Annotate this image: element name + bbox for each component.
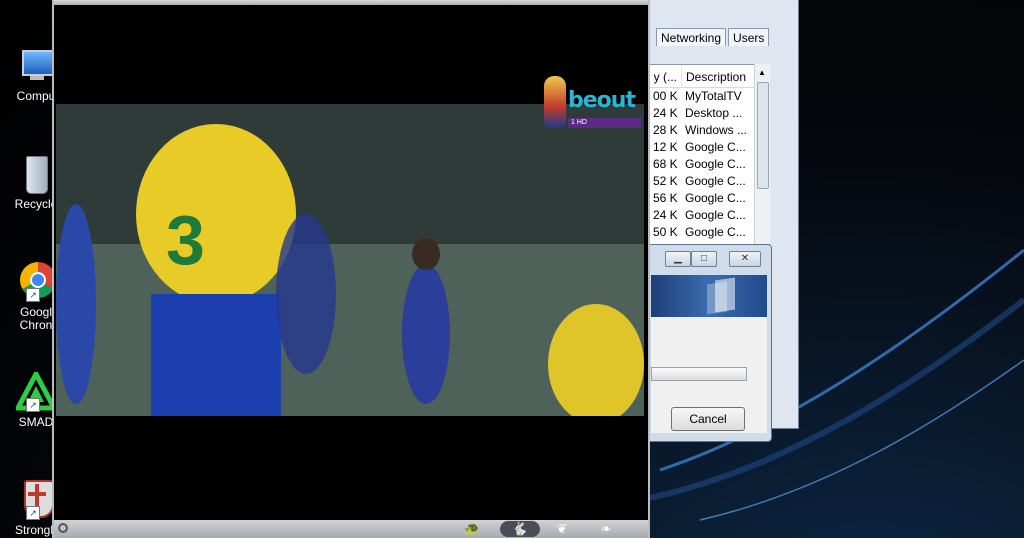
memory-cell: 00 K — [653, 89, 678, 103]
ostrich-icon[interactable]: ❦ — [548, 521, 576, 537]
process-list[interactable]: y (... Description 00 K MyTotalTV 24 K Desk… — [648, 64, 770, 246]
memory-cell: 28 K — [653, 123, 678, 137]
bird-icon[interactable]: ❧ — [592, 521, 620, 537]
table-row[interactable]: 52 K Google C... — [649, 173, 769, 190]
chrome-icon: ↗ — [16, 262, 56, 302]
world-cup-trophy-icon — [544, 76, 566, 128]
shortcut-arrow-icon: ↗ — [26, 288, 40, 302]
description-cell: Windows ... — [685, 123, 748, 137]
close-button[interactable]: ✕ — [729, 251, 761, 267]
table-row[interactable]: 24 K Google C... — [649, 207, 769, 224]
table-row[interactable]: 68 K Google C... — [649, 156, 769, 173]
smadav-icon: ↗ — [13, 368, 59, 412]
memory-cell: 68 K — [653, 157, 678, 171]
recycle-bin-icon — [16, 154, 56, 194]
video-scene: 3 — [56, 104, 644, 416]
memory-cell: 56 K — [653, 191, 678, 205]
description-cell: Google C... — [685, 174, 746, 188]
memory-cell: 52 K — [653, 174, 678, 188]
description-cell: Google C... — [685, 208, 746, 222]
process-list-scrollbar[interactable]: ▲ — [754, 64, 770, 244]
table-row[interactable]: 00 K MyTotalTV — [649, 88, 769, 105]
channel-logo: beout 1 HD — [544, 74, 644, 134]
memory-cell: 12 K — [653, 140, 678, 154]
dialog-banner-image — [651, 275, 767, 317]
shortcut-arrow-icon: ↗ — [26, 506, 40, 520]
tab-users[interactable]: Users — [728, 28, 770, 46]
maximize-button[interactable]: □ — [691, 251, 717, 267]
cancel-button[interactable]: Cancel — [671, 407, 745, 431]
player-control-bar: 🐢 🐇 ❦ ❧ — [54, 520, 648, 538]
table-row[interactable]: 28 K Windows ... — [649, 122, 769, 139]
tab-networking[interactable]: Networking — [656, 28, 727, 46]
turtle-icon[interactable]: 🐢 — [458, 521, 486, 537]
description-cell: Google C... — [685, 157, 746, 171]
shortcut-arrow-icon: ↗ — [26, 398, 40, 412]
dialog-body: Cancel — [651, 275, 767, 433]
description-cell: Google C... — [685, 225, 746, 239]
table-row[interactable]: 12 K Google C... — [649, 139, 769, 156]
process-list-header: y (... Description — [649, 65, 769, 88]
table-row[interactable]: 56 K Google C... — [649, 190, 769, 207]
table-row[interactable]: 24 K Desktop ... — [649, 105, 769, 122]
computer-icon — [16, 46, 56, 86]
memory-cell: 50 K — [653, 225, 678, 239]
media-player-window: 3 beout 1 HD 🐢 🐇 ❦ ❧ — [52, 0, 650, 538]
description-cell: Google C... — [685, 140, 746, 154]
channel-logo-text: beout — [568, 88, 636, 113]
settings-icon[interactable] — [58, 523, 68, 533]
description-cell: Desktop ... — [685, 106, 743, 120]
description-cell: Google C... — [685, 191, 746, 205]
player-title-bar[interactable] — [54, 0, 648, 5]
column-header-memory[interactable]: y (... — [649, 65, 682, 87]
description-cell: MyTotalTV — [685, 89, 742, 103]
memory-cell: 24 K — [653, 106, 678, 120]
scrollbar-thumb[interactable] — [757, 82, 769, 189]
minimize-button[interactable]: ▁ — [665, 251, 691, 267]
stronghold-icon: ↗ — [16, 480, 56, 520]
svg-text:3: 3 — [166, 201, 205, 279]
scroll-up-icon[interactable]: ▲ — [758, 68, 766, 77]
memory-cell: 24 K — [653, 208, 678, 222]
speed-icon[interactable]: 🐇 — [500, 521, 540, 537]
video-frame[interactable]: 3 — [56, 104, 644, 416]
progress-bar — [651, 367, 747, 381]
channel-logo-sub: 1 HD — [568, 118, 641, 128]
task-manager-tabs: Networking Users — [656, 28, 771, 46]
table-row[interactable]: 50 K Google C... — [649, 224, 769, 241]
progress-dialog: ▁ □ ✕ Cancel — [646, 244, 772, 442]
